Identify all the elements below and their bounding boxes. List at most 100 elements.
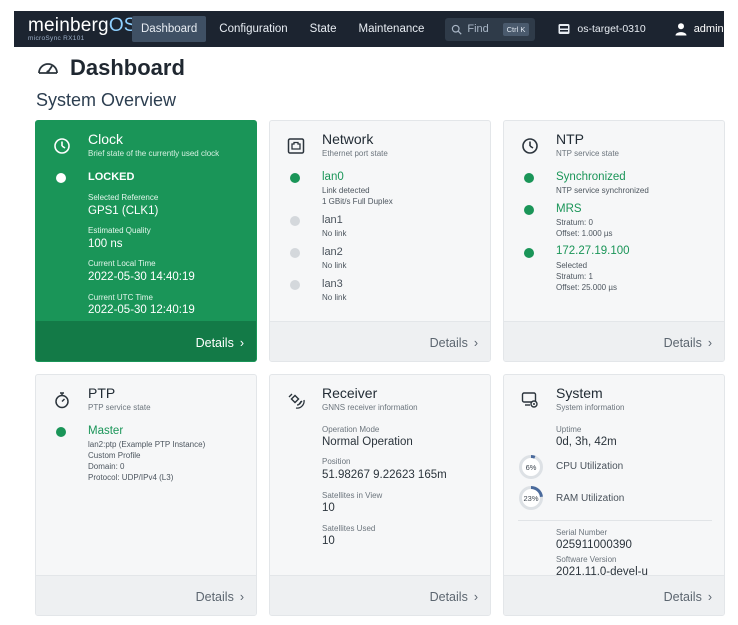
ntp-sync-dot — [524, 173, 534, 183]
lan2-line1: No link — [322, 261, 347, 270]
clock-status-dot — [56, 173, 66, 183]
ptp-card: PTP PTP service state Master lan2:ptp (E… — [35, 374, 257, 616]
clock-quality-label: Estimated Quality — [88, 226, 151, 235]
speedometer-icon — [38, 63, 58, 74]
clock-utc-value: 2022-05-30 12:40:19 — [88, 304, 195, 316]
nav-configuration[interactable]: Configuration — [210, 16, 296, 42]
ntp-card: NTP NTP service state Synchronized NTP s… — [503, 120, 725, 362]
chevron-right-icon: › — [239, 336, 244, 350]
receiver-mode-value: Normal Operation — [322, 436, 413, 448]
user-icon — [675, 23, 687, 36]
receiver-pos-label: Position — [322, 457, 351, 466]
chevron-right-icon: › — [473, 590, 478, 604]
ntp-peer-state: Selected — [556, 261, 588, 270]
ntp-peer-title: 172.27.19.100 — [556, 245, 630, 257]
clock-card: Clock Brief state of the currently used … — [35, 120, 257, 362]
ntp-mrs-stratum: Stratum: 0 — [556, 218, 593, 227]
search-icon — [452, 24, 463, 35]
receiver-used-value: 10 — [322, 535, 335, 547]
ntp-mrs-title: MRS — [556, 203, 582, 215]
satellite-icon — [288, 393, 305, 409]
lan1-status-dot — [290, 216, 300, 226]
ptp-details-button[interactable]: Details › — [196, 590, 244, 604]
nav-state[interactable]: State — [301, 16, 346, 42]
system-uptime-value: 0d, 3h, 42m — [556, 436, 617, 448]
ntp-sync-desc: NTP service synchronized — [556, 186, 649, 195]
system-serial-value: 025911000390 — [556, 539, 632, 551]
brand-subtitle: microSync RX101 — [28, 34, 85, 42]
details-label: Details — [195, 336, 234, 350]
ntp-mrs-dot — [524, 205, 534, 215]
clock-local-label: Current Local Time — [88, 259, 156, 268]
receiver-used-label: Satellites Used — [322, 524, 376, 533]
find-shortcut-badge: Ctrl K — [502, 22, 530, 36]
ptp-instance: lan2:ptp (Example PTP Instance) — [88, 440, 206, 449]
ram-label: RAM Utilization — [556, 493, 625, 504]
brand-name: meinbergOS — [28, 14, 137, 36]
find-button[interactable]: Find Ctrl K — [445, 17, 536, 41]
user-menu[interactable]: admin — [674, 22, 724, 36]
details-label: Details — [663, 590, 702, 604]
network-details-button[interactable]: Details › — [430, 336, 478, 350]
ntp-details-button[interactable]: Details › — [664, 336, 712, 350]
system-divider — [518, 520, 712, 521]
details-label: Details — [429, 336, 468, 350]
brand-logo[interactable]: meinbergOS microSync RX101 — [14, 14, 137, 43]
lan0-status-dot — [290, 173, 300, 183]
clock-card-title: Clock — [88, 131, 124, 147]
ptp-status-dot — [56, 427, 66, 437]
ntp-peer-stratum: Stratum: 1 — [556, 272, 593, 281]
clock-utc-label: Current UTC Time — [88, 293, 153, 302]
top-navigation-bar: meinbergOS microSync RX101 Dashboard Con… — [14, 11, 724, 47]
ptp-role: Master — [88, 425, 124, 437]
receiver-siv-value: 10 — [322, 502, 335, 514]
ntp-card-title: NTP — [556, 131, 584, 147]
system-sw-label: Software Version — [556, 555, 617, 564]
clock-details-button[interactable]: Details › — [196, 336, 244, 350]
system-details-button[interactable]: Details › — [664, 590, 712, 604]
find-label: Find — [467, 23, 489, 35]
nav-maintenance[interactable]: Maintenance — [350, 16, 434, 42]
system-serial-label: Serial Number — [556, 528, 608, 537]
receiver-card-subtitle: GNNS receiver information — [322, 403, 418, 412]
lan1-line1: No link — [322, 229, 347, 238]
system-settings-icon — [521, 392, 538, 408]
nav-dashboard[interactable]: Dashboard — [132, 16, 207, 42]
cpu-gauge-text: 6% — [525, 462, 537, 472]
details-label: Details — [429, 590, 468, 604]
lan0-line1: Link detected — [322, 186, 370, 195]
lan0-line2: 1 GBit/s Full Duplex — [322, 197, 393, 206]
chevron-right-icon: › — [707, 590, 712, 604]
network-card-subtitle: Ethernet port state — [322, 149, 388, 158]
clock-icon — [522, 138, 538, 154]
clock-quality-value: 100 ns — [88, 238, 123, 250]
receiver-mode-label: Operation Mode — [322, 425, 380, 434]
lan2-name: lan2 — [322, 246, 343, 258]
ntp-sync-title: Synchronized — [556, 171, 626, 183]
target-name: os-target-0310 — [577, 23, 646, 35]
cpu-gauge: 6% — [518, 454, 544, 480]
clock-ref-label: Selected Reference — [88, 193, 159, 202]
ptp-card-subtitle: PTP service state — [88, 403, 151, 412]
system-card: System System information Uptime 0d, 3h,… — [503, 374, 725, 616]
lan1-name: lan1 — [322, 214, 343, 226]
network-card-title: Network — [322, 131, 374, 147]
ptp-domain: Domain: 0 — [88, 462, 125, 471]
target-device[interactable]: os-target-0310 — [557, 22, 646, 36]
system-card-title: System — [556, 385, 603, 401]
clock-ref-value: GPS1 (CLK1) — [88, 205, 159, 217]
ram-gauge: 23% — [518, 485, 544, 511]
lan3-status-dot — [290, 280, 300, 290]
ptp-protocol: Protocol: UDP/IPv4 (L3) — [88, 473, 174, 482]
ntp-peer-offset: Offset: 25.000 µs — [556, 283, 617, 292]
device-icon — [558, 24, 570, 34]
ptp-card-title: PTP — [88, 385, 116, 401]
receiver-details-button[interactable]: Details › — [430, 590, 478, 604]
details-label: Details — [663, 336, 702, 350]
user-name: admin — [693, 23, 724, 35]
chevron-right-icon: › — [473, 336, 478, 350]
network-card: Network Ethernet port state lan0 Link de… — [269, 120, 491, 362]
ptp-profile: Custom Profile — [88, 451, 141, 460]
lan3-name: lan3 — [322, 278, 343, 290]
lan2-status-dot — [290, 248, 300, 258]
